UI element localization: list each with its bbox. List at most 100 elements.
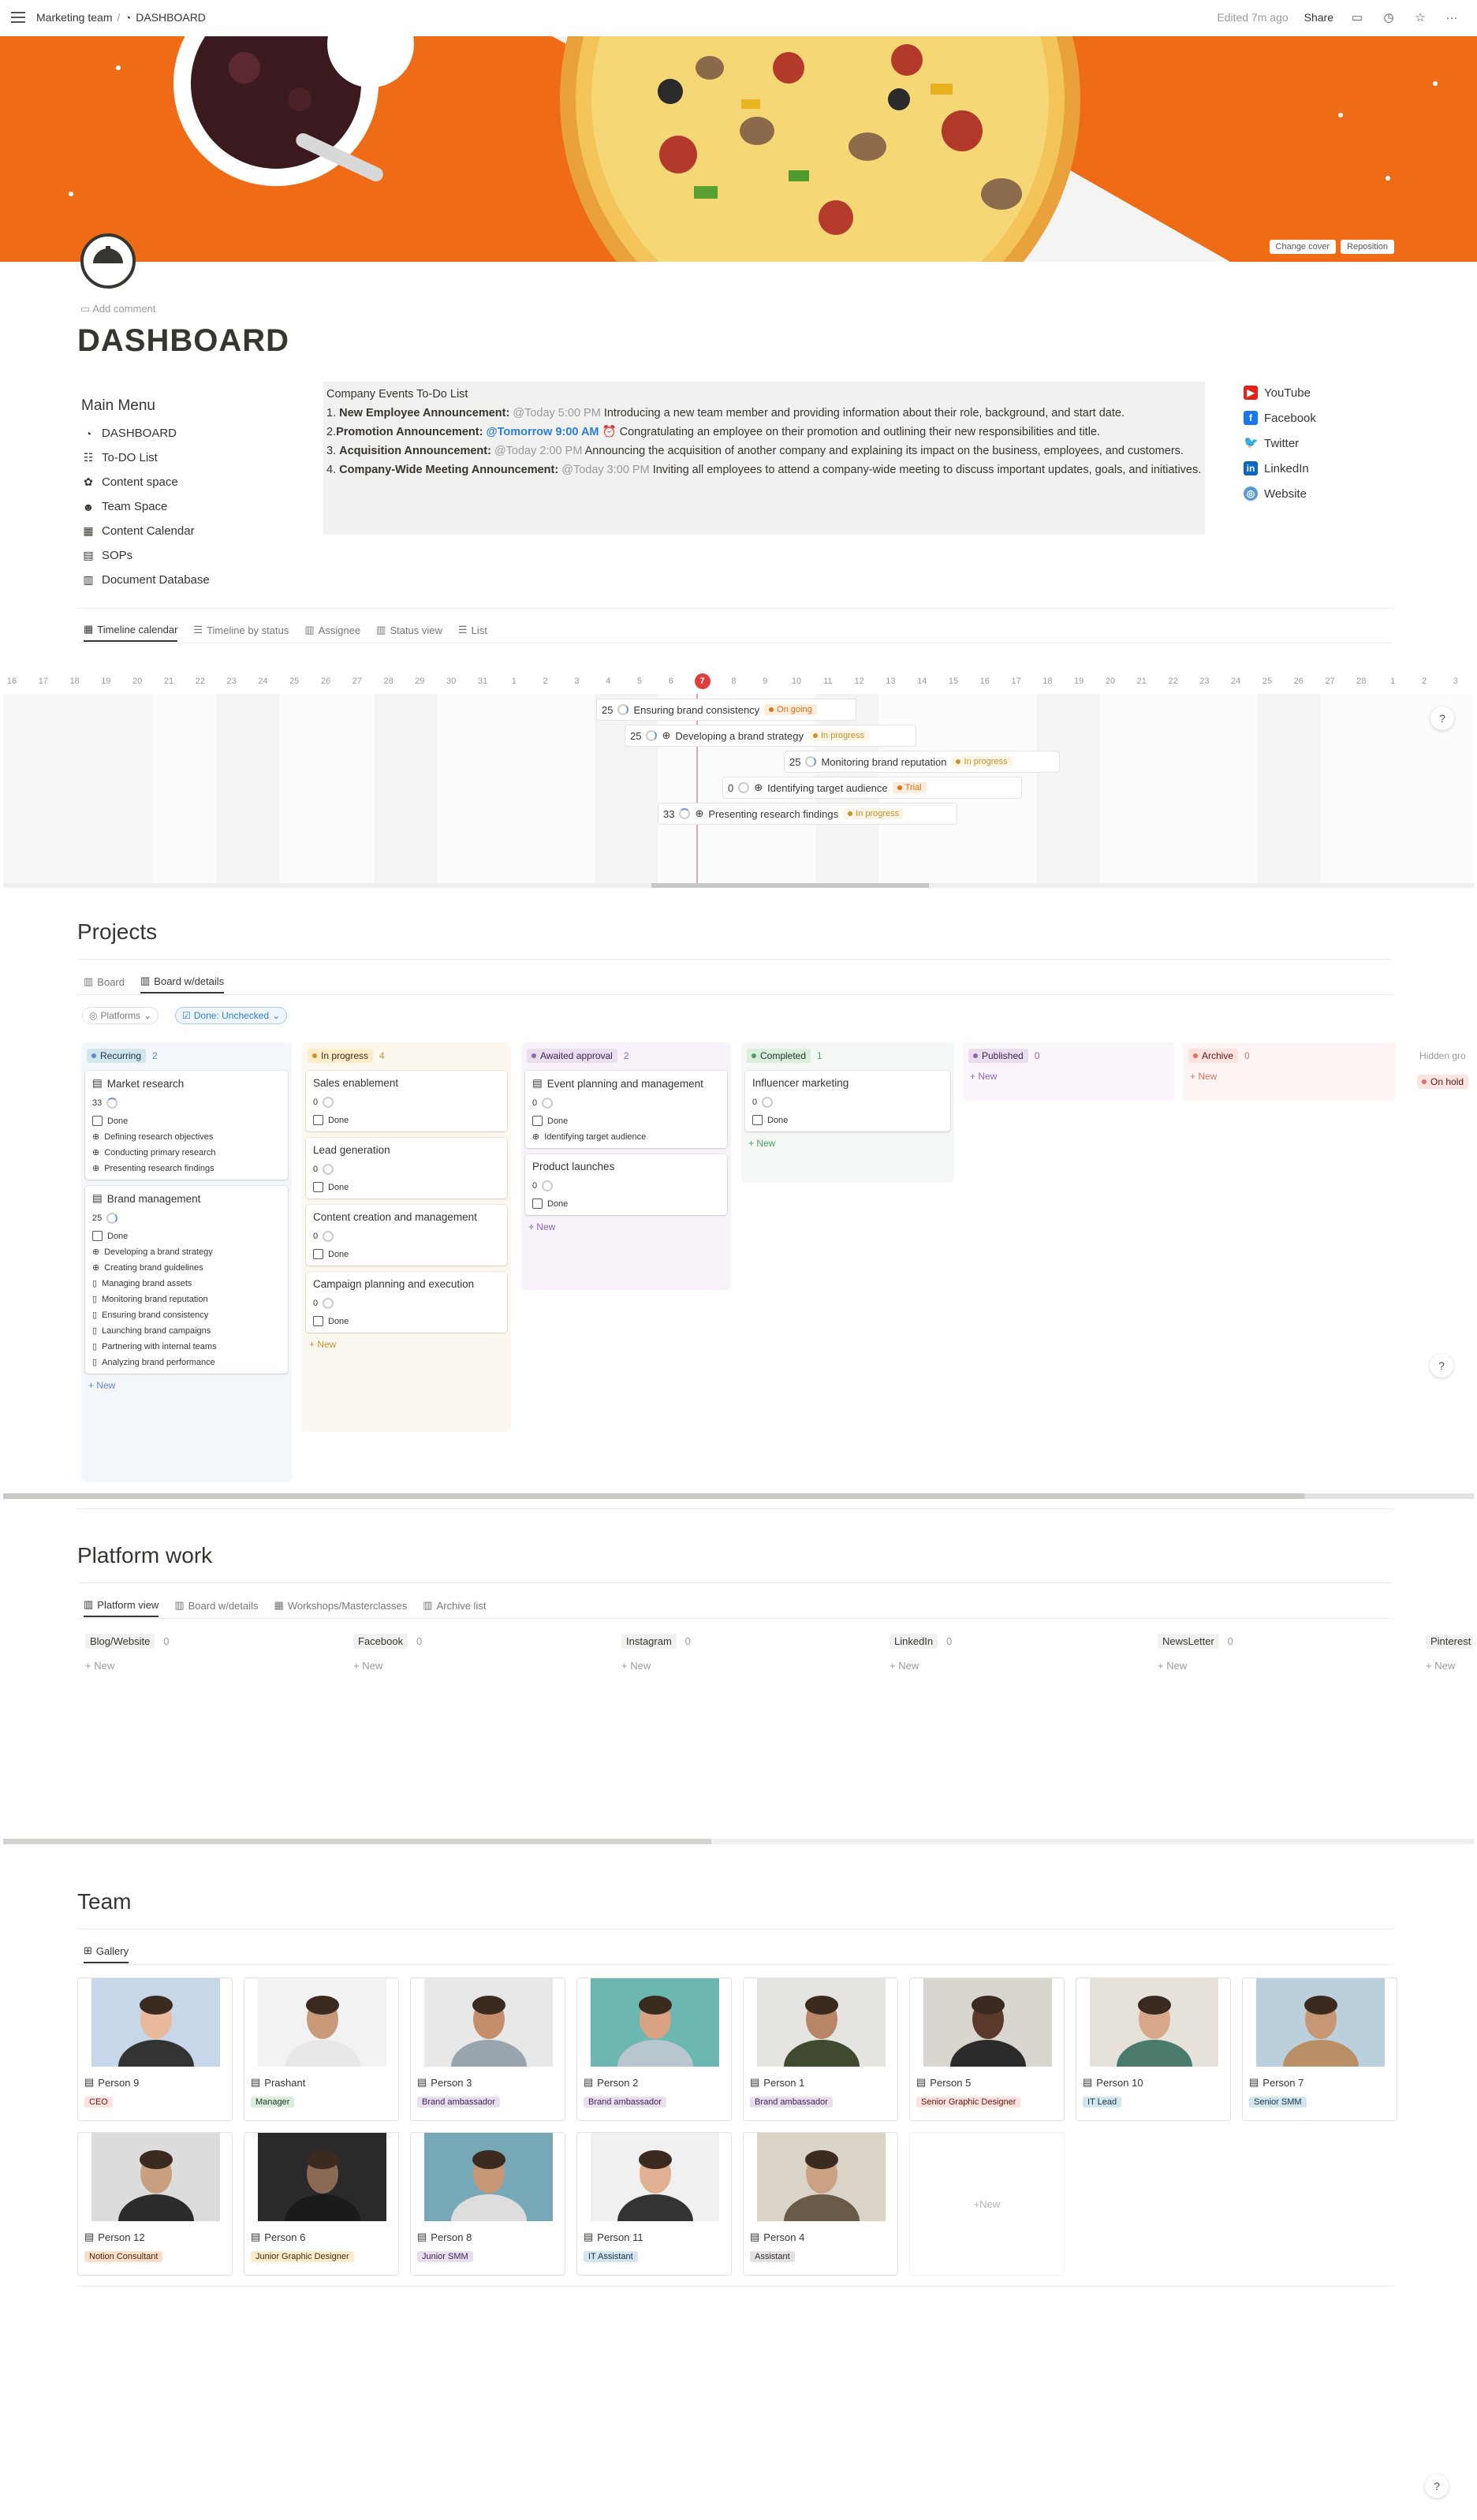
hidden-group-on-hold[interactable]: On hold <box>1417 1075 1469 1089</box>
done-checkbox[interactable] <box>532 1116 543 1126</box>
add-comment[interactable]: ▭ Add comment <box>80 303 155 315</box>
share-button[interactable]: Share <box>1304 11 1333 24</box>
link-website[interactable]: ◎ Website <box>1244 481 1316 506</box>
project-card[interactable]: ▤ Brand management 25 Done ⊕ Developing a … <box>85 1186 288 1374</box>
add-card-button[interactable]: + New <box>890 1660 952 1672</box>
relation-item[interactable]: Conducting primary research <box>104 1148 215 1157</box>
tab-timeline-by-status[interactable]: ☰ Timeline by status <box>193 618 289 642</box>
menu-item-content-calendar[interactable]: ▦ Content Calendar <box>81 519 210 543</box>
done-checkbox[interactable] <box>532 1198 543 1209</box>
team-card[interactable]: ▤ Person 2 Brand ambassador <box>576 1978 732 2121</box>
team-card[interactable]: ▤ Person 8 Junior SMM <box>410 2132 565 2276</box>
board-scroll-thumb[interactable] <box>3 1493 1304 1499</box>
menu-item-content-space[interactable]: ✿ Content space <box>81 470 210 494</box>
relation-item[interactable]: Developing a brand strategy <box>104 1247 213 1257</box>
filter-platforms[interactable]: ◎ Platforms ⌄ <box>82 1007 159 1024</box>
tab-board-details[interactable]: ▥ Board w/details <box>140 970 225 993</box>
timeline-bar[interactable]: 25 Ensuring brand consistency On going <box>596 699 856 721</box>
tab-platform-view[interactable]: ▥ Platform view <box>84 1594 159 1617</box>
team-card[interactable]: ▤ Person 9 CEO <box>77 1978 233 2121</box>
help-button[interactable]: ? <box>1430 1354 1453 1377</box>
add-card-button[interactable]: + New <box>528 1221 727 1232</box>
reposition-button[interactable]: Reposition <box>1341 240 1394 254</box>
timeline-bar[interactable]: 0 ⊕ Identifying target audience Trial <box>722 777 1022 799</box>
relation-item[interactable]: Presenting research findings <box>104 1164 214 1173</box>
team-card[interactable]: ▤ Person 7 Senior SMM <box>1242 1978 1397 2121</box>
event-date[interactable]: @Today 3:00 PM <box>561 464 649 476</box>
tab-board[interactable]: ▥ Board <box>84 970 125 993</box>
link-twitter[interactable]: 🐦 Twitter <box>1244 431 1316 456</box>
done-checkbox[interactable] <box>92 1116 103 1126</box>
clock-icon[interactable]: ◷ <box>1381 9 1397 25</box>
add-card-button[interactable]: + New <box>88 1380 288 1391</box>
menu-item-dashboard[interactable]: ◔ DASHBOARD <box>81 421 210 445</box>
team-card[interactable]: ▤ Person 6 Junior Graphic Designer <box>244 2132 399 2276</box>
link-facebook[interactable]: f Facebook <box>1244 405 1316 431</box>
done-checkbox[interactable] <box>752 1115 763 1125</box>
project-card[interactable]: Sales enablement 0 Done <box>306 1071 507 1131</box>
help-button[interactable]: ? <box>1425 2474 1449 2498</box>
add-card-button[interactable]: + New <box>85 1660 169 1672</box>
team-card[interactable]: ▤ Prashant Manager <box>244 1978 399 2121</box>
add-card-button[interactable]: + New <box>353 1660 422 1672</box>
menu-item-document-database[interactable]: ▥ Document Database <box>81 568 209 592</box>
relation-item[interactable]: Creating brand guidelines <box>104 1263 203 1273</box>
add-person-card[interactable]: + New <box>909 2132 1065 2276</box>
platform-scroll-thumb[interactable] <box>3 1839 711 1844</box>
team-card[interactable]: ▤ Person 10 IT Lead <box>1076 1978 1231 2121</box>
event-date[interactable]: @Today 2:00 PM <box>494 445 582 457</box>
team-card[interactable]: ▤ Person 4 Assistant <box>743 2132 898 2276</box>
change-cover-button[interactable]: Change cover <box>1269 240 1337 254</box>
menu-icon[interactable] <box>11 12 25 23</box>
relation-item[interactable]: Monitoring brand reputation <box>102 1295 208 1304</box>
event-date[interactable]: @Tomorrow 9:00 AM <box>486 426 599 438</box>
timeline-scroll-thumb[interactable] <box>651 883 929 888</box>
tab-list[interactable]: ☰ List <box>458 618 487 642</box>
relation-item[interactable]: Analyzing brand performance <box>102 1358 215 1367</box>
comment-icon[interactable]: ▭ <box>1349 9 1365 25</box>
team-card[interactable]: ▤ Person 11 IT Assistant <box>576 2132 732 2276</box>
done-checkbox[interactable] <box>313 1249 323 1259</box>
done-checkbox[interactable] <box>313 1115 323 1125</box>
add-card-button[interactable]: + New <box>1158 1660 1233 1672</box>
menu-item-todo[interactable]: ☷ To-DO List <box>81 445 210 470</box>
relation-item[interactable]: Identifying target audience <box>544 1132 646 1142</box>
link-youtube[interactable]: ▶ YouTube <box>1244 380 1316 405</box>
page-icon[interactable] <box>80 233 136 289</box>
add-card-button[interactable]: + New <box>970 1071 1170 1082</box>
project-card[interactable]: Content creation and management 0 Done <box>306 1205 507 1266</box>
done-checkbox[interactable] <box>313 1316 323 1326</box>
tab-assignee[interactable]: ▥ Assignee <box>304 618 360 642</box>
timeline-bar[interactable]: 25 Monitoring brand reputation In progre… <box>784 751 1060 773</box>
team-card[interactable]: ▤ Person 1 Brand ambassador <box>743 1978 898 2121</box>
timeline-bar[interactable]: 25 ⊕ Developing a brand strategy In progr… <box>625 725 916 747</box>
relation-item[interactable]: Managing brand assets <box>102 1279 192 1288</box>
project-card[interactable]: Campaign planning and execution 0 Done <box>306 1272 507 1333</box>
team-card[interactable]: ▤ Person 12 Notion Consultant <box>77 2132 233 2276</box>
relation-item[interactable]: Partnering with internal teams <box>102 1342 217 1351</box>
add-card-button[interactable]: + New <box>1426 1660 1473 1672</box>
add-card-button[interactable]: + New <box>1190 1071 1392 1082</box>
star-icon[interactable]: ☆ <box>1412 9 1428 25</box>
relation-item[interactable]: Defining research objectives <box>104 1132 213 1142</box>
project-card[interactable]: Product launches 0 Done <box>525 1154 727 1215</box>
add-card-button[interactable]: + New <box>621 1660 691 1672</box>
menu-item-sops[interactable]: ▤ SOPs <box>81 543 210 568</box>
project-card[interactable]: ▤ Event planning and management 0 Done ⊕ I… <box>525 1071 727 1148</box>
tab-timeline-calendar[interactable]: ▦ Timeline calendar <box>84 618 178 642</box>
project-card[interactable]: Lead generation 0 Done <box>306 1138 507 1198</box>
link-linkedin[interactable]: in LinkedIn <box>1244 456 1316 481</box>
done-checkbox[interactable] <box>92 1231 103 1241</box>
tab-board-details[interactable]: ▥ Board w/details <box>174 1594 258 1617</box>
project-card[interactable]: ▤ Market research 33 Done ⊕ Defining resea… <box>85 1071 288 1180</box>
filter-done[interactable]: ☑ Done: Unchecked ⌄ <box>175 1007 288 1024</box>
tab-archive-list[interactable]: ▥ Archive list <box>423 1594 486 1617</box>
tab-gallery[interactable]: ⊞ Gallery <box>84 1940 129 1963</box>
menu-item-team-space[interactable]: ☻ Team Space <box>81 494 210 519</box>
relation-item[interactable]: Ensuring brand consistency <box>102 1310 208 1320</box>
tab-status-view[interactable]: ▥ Status view <box>376 618 442 642</box>
add-card-button[interactable]: + New <box>309 1339 507 1350</box>
breadcrumb-page[interactable]: DASHBOARD <box>136 11 206 24</box>
more-icon[interactable]: ··· <box>1444 9 1460 25</box>
add-card-button[interactable]: + New <box>748 1138 950 1149</box>
